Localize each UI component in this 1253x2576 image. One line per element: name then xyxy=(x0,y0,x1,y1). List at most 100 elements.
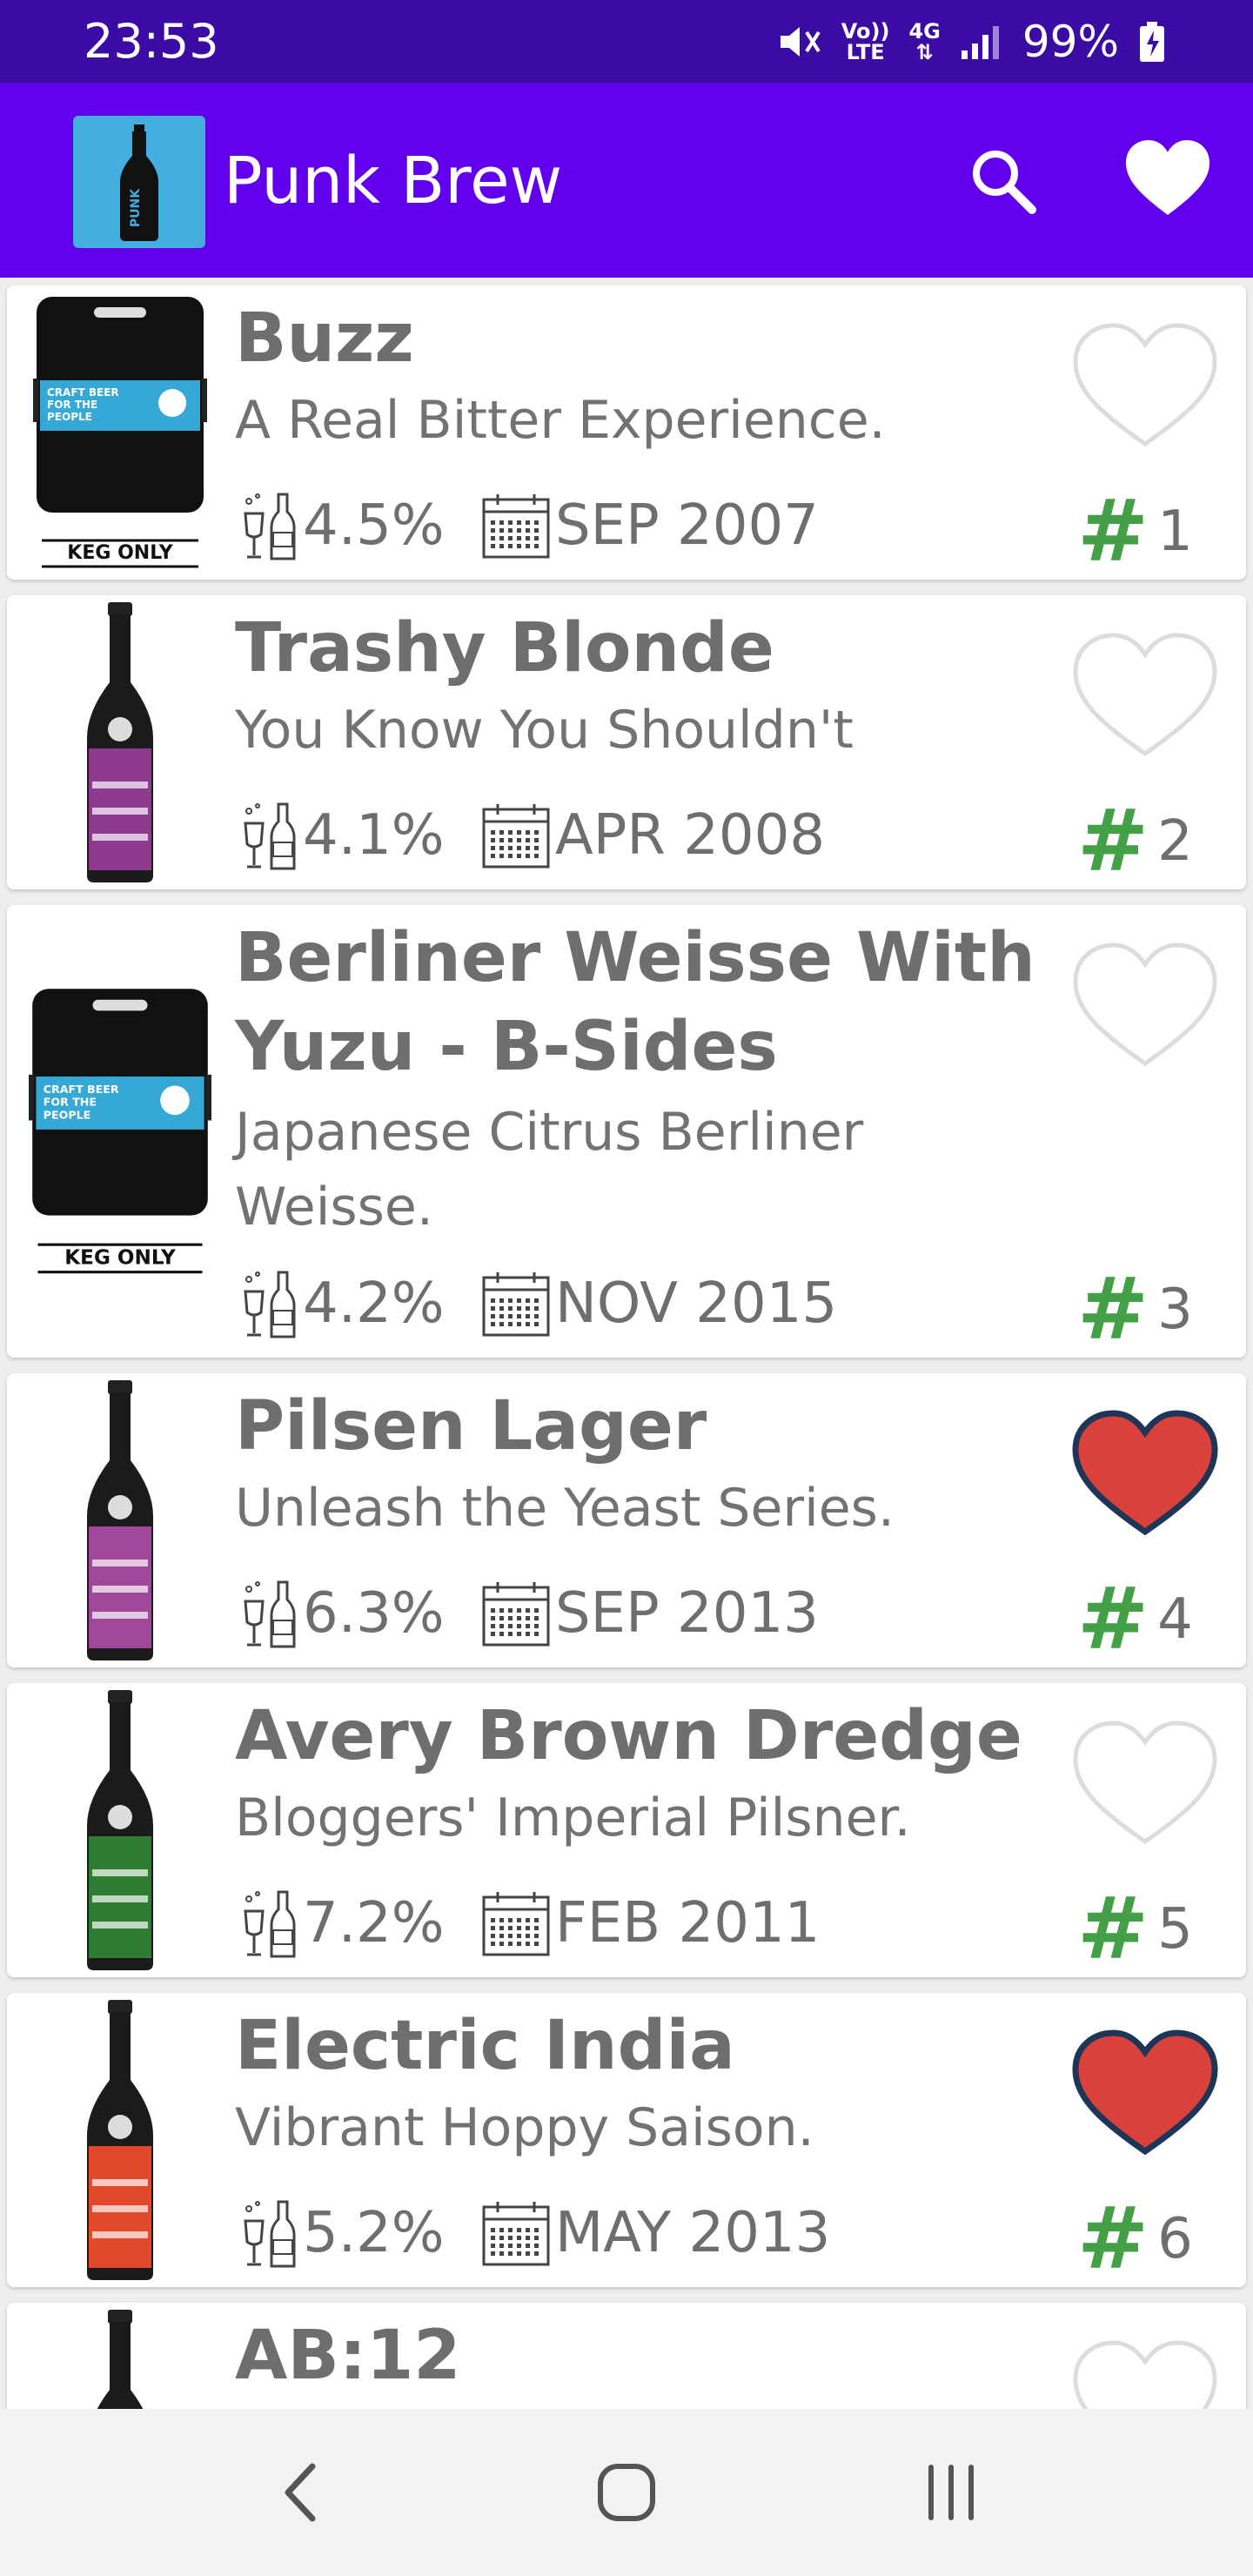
heart-icon[interactable] xyxy=(1070,322,1220,451)
svg-text:FOR THE: FOR THE xyxy=(44,1096,97,1109)
hash-icon: # xyxy=(1077,1880,1149,1979)
app-bar: PUNK Punk Brew xyxy=(0,83,1253,278)
beer-tagline: Unleash the Yeast Series. xyxy=(235,1478,895,1539)
beer-abv: 5.2% xyxy=(240,2197,480,2270)
first-brewed-value: MAY 2013 xyxy=(555,2201,831,2265)
beer-card[interactable]: Avery Brown Dredge Bloggers' Imperial Pil… xyxy=(7,1683,1246,1979)
calendar-icon xyxy=(482,1582,550,1647)
svg-text:FOR THE: FOR THE xyxy=(47,399,97,411)
beer-card[interactable]: CRAFT BEER FOR THE PEOPLE KEG ONLY Berliner … xyxy=(7,905,1246,1359)
beer-card[interactable]: CRAFT BEER FOR THE PEOPLE KEG ONLY Buzz A Rea… xyxy=(7,285,1246,581)
beer-abv: 4.1% xyxy=(240,799,480,872)
heart-icon[interactable] xyxy=(1122,135,1213,225)
beer-abv: 4.2% xyxy=(240,1267,480,1340)
back-icon xyxy=(285,2463,316,2522)
beer-first-brewed: SEP 2013 xyxy=(480,1579,819,1648)
beer-first-brewed: FEB 2011 xyxy=(480,1888,820,1958)
battery-percent: 99% xyxy=(1022,16,1119,67)
calendar-icon xyxy=(482,804,550,869)
signal-icon xyxy=(961,25,999,59)
glass-bottle-icon xyxy=(244,802,296,870)
first-brewed-value: SEP 2013 xyxy=(555,1581,819,1646)
first-brewed-value: SEP 2007 xyxy=(555,493,819,558)
beer-name: Trashy Blonde xyxy=(235,609,774,688)
glass-bottle-icon xyxy=(244,493,296,560)
first-brewed-value: NOV 2015 xyxy=(555,1271,838,1336)
first-brewed-value: APR 2008 xyxy=(555,803,826,868)
beer-name: Buzz xyxy=(235,299,414,378)
beer-rank: #6 xyxy=(1077,2190,1193,2289)
hash-icon: # xyxy=(1077,792,1149,891)
glass-bottle-icon xyxy=(244,1271,296,1338)
beer-tagline: A Real Bitter Experience. xyxy=(235,390,886,451)
beer-thumbnail xyxy=(16,1683,224,1977)
back-button[interactable] xyxy=(250,2440,354,2545)
beer-keg-image: CRAFT BEERFOR THEPEOPLE KEG ONLY xyxy=(33,297,207,568)
beer-card[interactable]: Pilsen Lager Unleash the Yeast Series. 6.3… xyxy=(7,1373,1246,1669)
status-bar: 23:53 Vo)) LTE 4G ⇅ 99% xyxy=(0,0,1253,83)
beer-card[interactable]: Electric India Vibrant Hoppy Saison. 5.2% M… xyxy=(7,1993,1246,2289)
rank-value: 2 xyxy=(1157,809,1193,874)
status-time: 23:53 xyxy=(84,14,219,69)
heart-icon[interactable] xyxy=(1070,2339,1220,2409)
svg-text:PUNK: PUNK xyxy=(129,188,143,227)
rank-value: 5 xyxy=(1157,1897,1193,1962)
beer-card[interactable]: AB:12 xyxy=(7,2303,1246,2409)
recents-button[interactable] xyxy=(899,2440,1003,2545)
home-button[interactable] xyxy=(574,2440,679,2545)
calendar-icon xyxy=(482,2202,550,2266)
heart-icon[interactable] xyxy=(1070,1720,1220,1848)
home-icon xyxy=(597,2464,655,2521)
beer-thumbnail: CRAFT BEER FOR THE PEOPLE KEG ONLY xyxy=(16,905,224,1358)
rank-value: 6 xyxy=(1157,2207,1193,2271)
beer-first-brewed: SEP 2007 xyxy=(480,491,819,560)
calendar-icon xyxy=(482,1892,550,1956)
calendar-icon xyxy=(482,494,550,559)
app-title: Punk Brew xyxy=(224,144,563,218)
beer-thumbnail xyxy=(16,1373,224,1667)
rank-value: 3 xyxy=(1157,1278,1193,1342)
beer-list[interactable]: CRAFT BEER FOR THE PEOPLE KEG ONLY Buzz A Rea… xyxy=(0,278,1253,2409)
beer-bottle-image xyxy=(87,1380,153,1660)
beer-rank: #1 xyxy=(1077,482,1193,581)
abv-value: 4.5% xyxy=(303,493,445,558)
hash-icon: # xyxy=(1077,482,1149,581)
beer-name: Electric India xyxy=(235,2007,735,2085)
heart-icon[interactable] xyxy=(1070,942,1220,1070)
beer-first-brewed: NOV 2015 xyxy=(480,1269,837,1338)
calendar-icon xyxy=(482,1272,550,1337)
beer-thumbnail xyxy=(16,595,224,889)
svg-text:PEOPLE: PEOPLE xyxy=(44,1108,90,1121)
abv-value: 6.3% xyxy=(303,1581,445,1646)
search-icon[interactable] xyxy=(966,144,1041,218)
mute-icon xyxy=(780,26,821,57)
beer-thumbnail: CRAFT BEER FOR THE PEOPLE KEG ONLY xyxy=(16,285,224,580)
rank-value: 1 xyxy=(1157,500,1193,564)
svg-text:CRAFT BEER: CRAFT BEER xyxy=(44,1083,119,1096)
svg-text:PEOPLE: PEOPLE xyxy=(47,411,92,423)
hash-icon: # xyxy=(1077,2190,1149,2289)
beer-tagline: Japanese Citrus Berliner Weisse. xyxy=(235,1102,864,1238)
beer-name: Avery Brown Dredge xyxy=(235,1697,1022,1775)
abv-value: 4.2% xyxy=(303,1271,445,1336)
heart-icon[interactable] xyxy=(1070,632,1220,761)
battery-charging-icon xyxy=(1140,21,1164,62)
svg-text:CRAFT BEER: CRAFT BEER xyxy=(47,386,119,399)
glass-bottle-icon xyxy=(244,1890,296,1958)
beer-rank: #2 xyxy=(1077,792,1193,891)
beer-meta: 4.1% APR 2008 xyxy=(240,799,825,872)
beer-name: Berliner Weisse With Yuzu - B-Sides xyxy=(235,919,1035,1086)
heart-icon[interactable] xyxy=(1070,2029,1220,2158)
beer-meta: 4.2% NOV 2015 xyxy=(240,1267,837,1340)
beer-first-brewed: MAY 2013 xyxy=(480,2198,830,2268)
abv-value: 5.2% xyxy=(303,2201,445,2265)
hash-icon: # xyxy=(1077,1570,1149,1669)
beer-first-brewed: APR 2008 xyxy=(480,801,825,870)
glass-bottle-icon xyxy=(244,2200,296,2268)
beer-rank: #4 xyxy=(1077,1570,1193,1669)
abv-value: 7.2% xyxy=(303,1891,445,1955)
heart-icon[interactable] xyxy=(1070,1410,1220,1539)
glass-bottle-icon xyxy=(244,1580,296,1648)
beer-rank: #5 xyxy=(1077,1880,1193,1979)
beer-card[interactable]: Trashy Blonde You Know You Shouldn't 4.1% A… xyxy=(7,595,1246,891)
